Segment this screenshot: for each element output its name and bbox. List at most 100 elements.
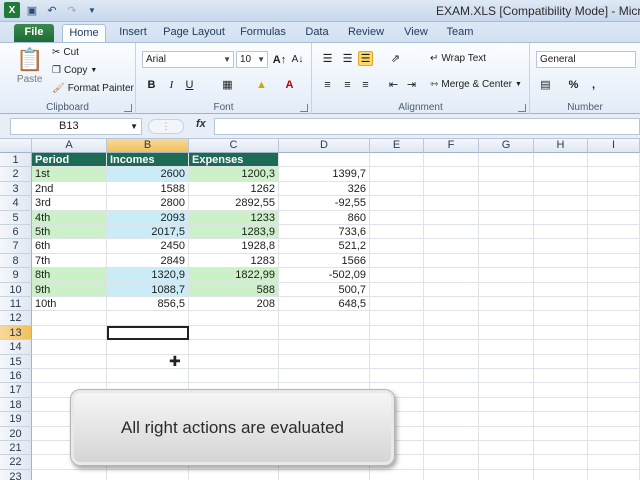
empty-cell[interactable] <box>479 469 534 480</box>
row-header-3[interactable]: 3 <box>0 181 32 197</box>
difference-cell[interactable]: 733,6 <box>279 225 370 240</box>
incomes-cell[interactable]: 2450 <box>107 239 189 254</box>
empty-cell[interactable] <box>370 354 424 369</box>
empty-cell[interactable] <box>479 311 534 326</box>
empty-cell[interactable] <box>534 369 588 384</box>
row-header-19[interactable]: 19 <box>0 412 32 427</box>
undo-icon[interactable]: ↶ <box>44 2 60 18</box>
empty-cell[interactable] <box>189 311 279 326</box>
expenses-cell[interactable]: 208 <box>189 297 279 312</box>
empty-cell[interactable] <box>588 455 640 470</box>
decrease-indent-icon[interactable]: ⇤ <box>386 77 401 92</box>
empty-cell[interactable] <box>370 181 424 197</box>
empty-cell[interactable] <box>479 196 534 211</box>
empty-cell[interactable] <box>32 311 107 326</box>
empty-cell[interactable] <box>534 297 588 312</box>
empty-cell[interactable] <box>424 469 479 480</box>
empty-cell[interactable] <box>424 354 479 369</box>
period-cell[interactable]: 2nd <box>32 181 107 197</box>
empty-cell[interactable] <box>479 225 534 240</box>
column-header-f[interactable]: F <box>424 139 479 153</box>
period-cell[interactable]: 8th <box>32 268 107 283</box>
borders-icon[interactable]: ▦ <box>220 77 235 92</box>
empty-cell[interactable] <box>534 167 588 182</box>
empty-cell[interactable] <box>534 181 588 197</box>
empty-cell[interactable] <box>534 469 588 480</box>
empty-cell[interactable] <box>424 441 479 456</box>
tab-data[interactable]: Data <box>302 24 332 42</box>
empty-cell[interactable] <box>588 253 640 269</box>
empty-cell[interactable] <box>588 311 640 326</box>
column-header-c[interactable]: C <box>189 139 279 153</box>
incomes-cell[interactable]: 2093 <box>107 210 189 225</box>
incomes-cell[interactable]: 856,5 <box>107 297 189 312</box>
empty-cell[interactable] <box>370 268 424 283</box>
empty-cell[interactable] <box>588 441 640 456</box>
empty-cell[interactable] <box>534 325 588 341</box>
empty-cell[interactable] <box>424 311 479 326</box>
empty-cell[interactable] <box>479 210 534 225</box>
name-box[interactable]: B13 ▼ <box>10 118 142 135</box>
empty-cell[interactable] <box>370 153 424 168</box>
empty-cell[interactable] <box>534 196 588 211</box>
expenses-cell[interactable]: 1200,3 <box>189 167 279 182</box>
difference-cell[interactable]: 648,5 <box>279 297 370 312</box>
empty-cell[interactable] <box>189 354 279 369</box>
expenses-cell[interactable]: 1928,8 <box>189 239 279 254</box>
empty-cell[interactable] <box>370 225 424 240</box>
underline-button[interactable]: U <box>182 77 197 92</box>
excel-logo-icon[interactable]: X <box>4 2 20 18</box>
save-icon[interactable]: ▣ <box>24 2 40 18</box>
empty-cell[interactable] <box>534 397 588 413</box>
empty-cell[interactable] <box>424 325 479 341</box>
empty-cell[interactable] <box>370 253 424 269</box>
formula-bar-handle-icon[interactable]: ⋮ <box>148 119 184 134</box>
increase-indent-icon[interactable]: ⇥ <box>404 77 419 92</box>
select-all-corner[interactable] <box>0 139 32 153</box>
empty-cell[interactable] <box>588 297 640 312</box>
empty-cell[interactable] <box>424 426 479 441</box>
number-format-select[interactable]: General <box>536 51 636 68</box>
tab-view[interactable]: View <box>400 24 432 42</box>
column-header-b[interactable]: B <box>107 139 189 153</box>
empty-cell[interactable] <box>588 426 640 441</box>
empty-cell[interactable] <box>534 426 588 441</box>
period-cell[interactable]: 9th <box>32 282 107 297</box>
empty-cell[interactable] <box>189 340 279 355</box>
empty-cell[interactable] <box>424 210 479 225</box>
empty-cell[interactable] <box>107 311 189 326</box>
font-launcher-icon[interactable] <box>300 104 308 112</box>
empty-cell[interactable] <box>424 268 479 283</box>
empty-cell[interactable] <box>588 412 640 427</box>
font-color-icon[interactable]: A <box>282 77 297 92</box>
empty-cell[interactable] <box>534 210 588 225</box>
empty-cell[interactable] <box>588 369 640 384</box>
empty-cell[interactable] <box>370 282 424 297</box>
empty-cell[interactable] <box>534 455 588 470</box>
empty-cell[interactable] <box>534 268 588 283</box>
empty-cell[interactable] <box>479 268 534 283</box>
empty-cell[interactable] <box>534 239 588 254</box>
column-header-g[interactable]: G <box>479 139 534 153</box>
column-header-d[interactable]: D <box>279 139 370 153</box>
tab-review[interactable]: Review <box>346 24 386 42</box>
empty-cell[interactable] <box>534 354 588 369</box>
row-header-18[interactable]: 18 <box>0 397 32 413</box>
expenses-cell[interactable]: 2892,55 <box>189 196 279 211</box>
period-cell[interactable]: 7th <box>32 253 107 269</box>
empty-cell[interactable] <box>588 196 640 211</box>
empty-cell[interactable] <box>32 469 107 480</box>
column-header-h[interactable]: H <box>534 139 588 153</box>
row-header-20[interactable]: 20 <box>0 426 32 441</box>
empty-cell[interactable] <box>32 340 107 355</box>
tab-team[interactable]: Team <box>444 24 476 42</box>
empty-cell[interactable] <box>588 153 640 168</box>
row-header-16[interactable]: 16 <box>0 369 32 384</box>
empty-cell[interactable] <box>424 181 479 197</box>
empty-cell[interactable] <box>424 397 479 413</box>
empty-cell[interactable] <box>32 325 107 341</box>
expenses-cell[interactable]: 1233 <box>189 210 279 225</box>
row-header-5[interactable]: 5 <box>0 210 32 225</box>
expenses-cell[interactable]: 1262 <box>189 181 279 197</box>
empty-cell[interactable] <box>479 412 534 427</box>
